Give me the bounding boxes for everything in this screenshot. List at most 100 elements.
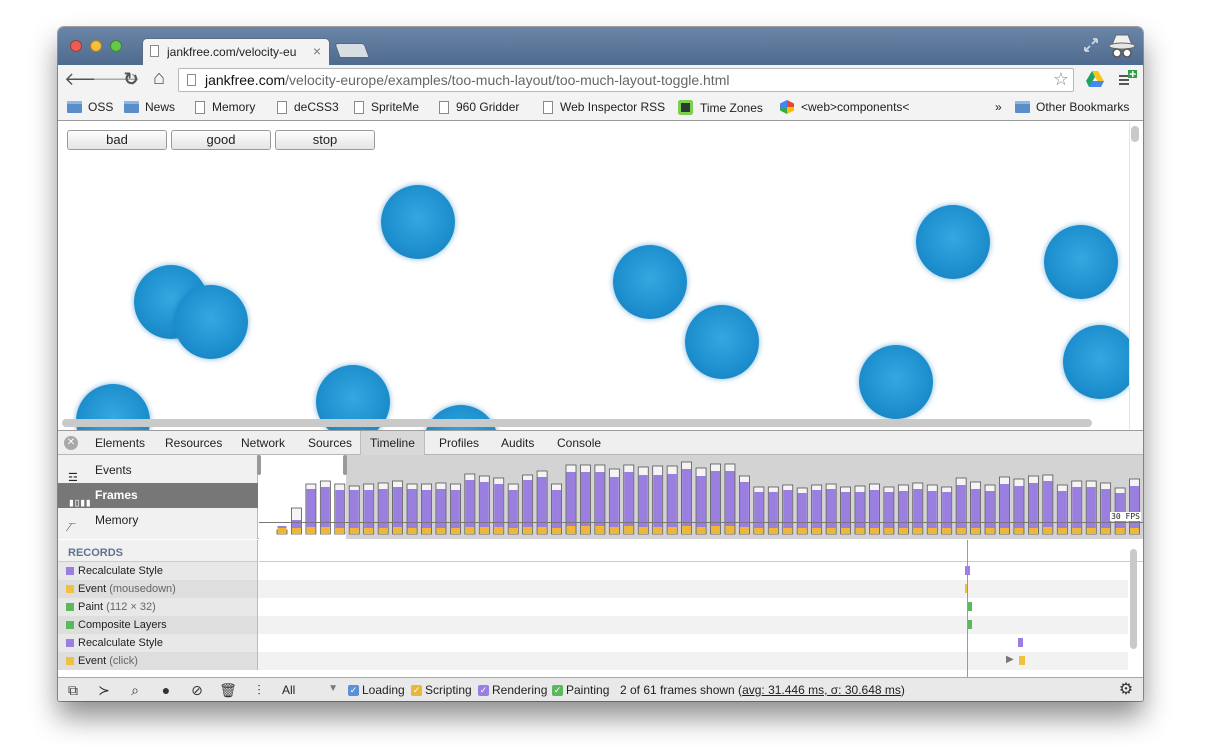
reload-icon[interactable]: ↻ (120, 69, 142, 90)
gear-icon[interactable]: ⚙ (1116, 681, 1136, 699)
category-label: Scripting (425, 683, 472, 697)
record-detail: (112 × 32) (106, 601, 156, 613)
clear-icon[interactable]: ⊘ (187, 681, 207, 699)
tab-console[interactable]: Console (548, 431, 610, 455)
page-horizontal-scrollbar[interactable] (62, 419, 1092, 427)
dock-icon[interactable]: ⧉ (63, 681, 83, 699)
records-filter-select[interactable]: All ▼ (280, 681, 340, 699)
painting-checkbox[interactable]: ✓ Painting (552, 683, 609, 697)
address-bar[interactable]: jankfree.com/velocity-europe/examples/to… (178, 68, 1074, 92)
record-icon[interactable]: ● (156, 681, 176, 699)
bookmark-time-zones[interactable]: Time Zones (678, 100, 763, 115)
devtools-close-icon[interactable]: ✕ (64, 436, 78, 450)
frame-rendering-segment (725, 471, 735, 526)
blue-ball (1063, 325, 1137, 399)
frame-scripting-segment (566, 526, 576, 534)
frame-scripting-segment (754, 528, 764, 534)
frame-scripting-segment (494, 527, 504, 534)
bookmark-star-icon[interactable]: ☆ (1053, 69, 1069, 90)
frame-scripting-segment (291, 528, 301, 534)
tab-elements[interactable]: Elements (86, 431, 154, 455)
garbage-collect-icon[interactable]: 🗑 (218, 681, 238, 699)
record-bar (1018, 638, 1023, 647)
bookmark-decss3[interactable]: deCSS3 (277, 100, 339, 114)
frame-scripting-segment (667, 527, 677, 534)
bookmark-oss[interactable]: OSS (67, 100, 113, 114)
bookmark-web-components[interactable]: <web>components< (780, 100, 945, 114)
tab-timeline[interactable]: Timeline (360, 431, 425, 455)
frame-scripting-segment (552, 528, 562, 534)
browser-tab-active[interactable]: jankfree.com/velocity-euro × (142, 38, 330, 65)
frame-scripting-segment (465, 527, 475, 534)
overview-item-label: Memory (95, 513, 139, 527)
frame-scripting-segment (985, 528, 995, 534)
bookmark-label: OSS (88, 100, 114, 114)
tab-network[interactable]: Network (232, 431, 294, 455)
rendering-checkbox[interactable]: ✓ Rendering (478, 683, 547, 697)
record-label: Recalculate Style (58, 634, 258, 652)
records-scrollbar[interactable] (1130, 549, 1137, 649)
google-drive-icon[interactable] (1086, 71, 1104, 87)
scripting-checkbox[interactable]: ✓ Scripting (411, 683, 472, 697)
home-icon[interactable]: ⌂ (148, 67, 170, 90)
frame-scripting-segment (898, 528, 908, 534)
bookmark-news[interactable]: News (124, 100, 175, 114)
bookmark-spriteme[interactable]: SpriteMe (354, 100, 419, 114)
stats-avg[interactable]: avg: 31.446 ms, σ: 30.648 ms (742, 683, 901, 697)
loading-checkbox[interactable]: ✓ Loading (348, 683, 405, 697)
bookmark-web-inspector-rss[interactable]: Web Inspector RSS (543, 100, 665, 114)
zoom-window-button[interactable] (110, 40, 122, 52)
bookmark-label: SpriteMe (371, 100, 420, 114)
minimize-window-button[interactable] (90, 40, 102, 52)
expand-triangle-icon[interactable]: ▶ (1006, 654, 1014, 665)
frame-scripting-segment (436, 528, 446, 534)
record-name: Event (78, 655, 107, 667)
bookmark-960-gridder[interactable]: 960 Gridder (439, 100, 519, 114)
overview-events[interactable]: ☲ Events (58, 458, 258, 484)
search-icon[interactable]: ⌕ (125, 681, 145, 699)
extension-icon[interactable] (1118, 69, 1138, 89)
bookmarks-overflow-chevron[interactable]: » (995, 100, 1002, 114)
record-bar (1019, 656, 1025, 665)
bookmark-other-bookmarks[interactable]: Other Bookmarks (1015, 100, 1129, 114)
frame-rendering-segment (609, 477, 619, 527)
record-label: Event (click) (58, 652, 258, 670)
overview-memory[interactable]: ⁄‾ Memory (58, 508, 258, 534)
page-vertical-scrollbar[interactable] (1131, 126, 1139, 142)
tab-audits[interactable]: Audits (492, 431, 543, 455)
frame-rendering-segment (667, 474, 677, 527)
frame-scripting-segment (1101, 528, 1111, 534)
good-button[interactable]: good (171, 130, 271, 150)
forward-icon[interactable]: 🡒 (92, 69, 140, 90)
back-icon[interactable]: 🡐 (64, 69, 112, 90)
frame-rendering-segment (682, 469, 692, 526)
frames-stats: 2 of 61 frames shown (avg: 31.446 ms, σ:… (620, 683, 905, 697)
new-tab-button[interactable] (334, 43, 370, 58)
records-header: RECORDS (58, 540, 258, 562)
tab-sources[interactable]: Sources (299, 431, 361, 455)
frame-scripting-segment (335, 528, 345, 534)
close-window-button[interactable] (70, 40, 82, 52)
frame-scripting-segment (711, 526, 720, 534)
console-drawer-icon[interactable]: ≻ (94, 681, 114, 699)
stop-button[interactable]: stop (275, 130, 375, 150)
frame-rendering-segment (653, 475, 663, 527)
overview-frames[interactable]: ▮▯▮▮ Frames (58, 483, 258, 509)
frame-scripting-segment (783, 528, 793, 534)
tab-resources[interactable]: Resources (156, 431, 231, 455)
bookmark-memory[interactable]: Memory (195, 100, 255, 114)
fullscreen-icon[interactable] (1083, 37, 1099, 53)
frame-scripting-segment (306, 527, 316, 534)
overview-item-label: Frames (95, 488, 138, 502)
category-label: Rendering (492, 683, 548, 697)
bad-button[interactable]: bad (67, 130, 167, 150)
frames-chart[interactable]: 30 FPS (257, 455, 1143, 539)
scripting-color-swatch (66, 657, 74, 665)
glue-records-icon[interactable]: ⫶ (249, 681, 269, 699)
frame-scripting-segment (956, 528, 966, 534)
url-path: /velocity-europe/examples/too-much-layou… (285, 72, 730, 88)
frame-scripting-segment (768, 528, 778, 534)
page-icon (439, 100, 449, 114)
tab-close-icon[interactable]: × (313, 43, 321, 59)
tab-profiles[interactable]: Profiles (430, 431, 488, 455)
